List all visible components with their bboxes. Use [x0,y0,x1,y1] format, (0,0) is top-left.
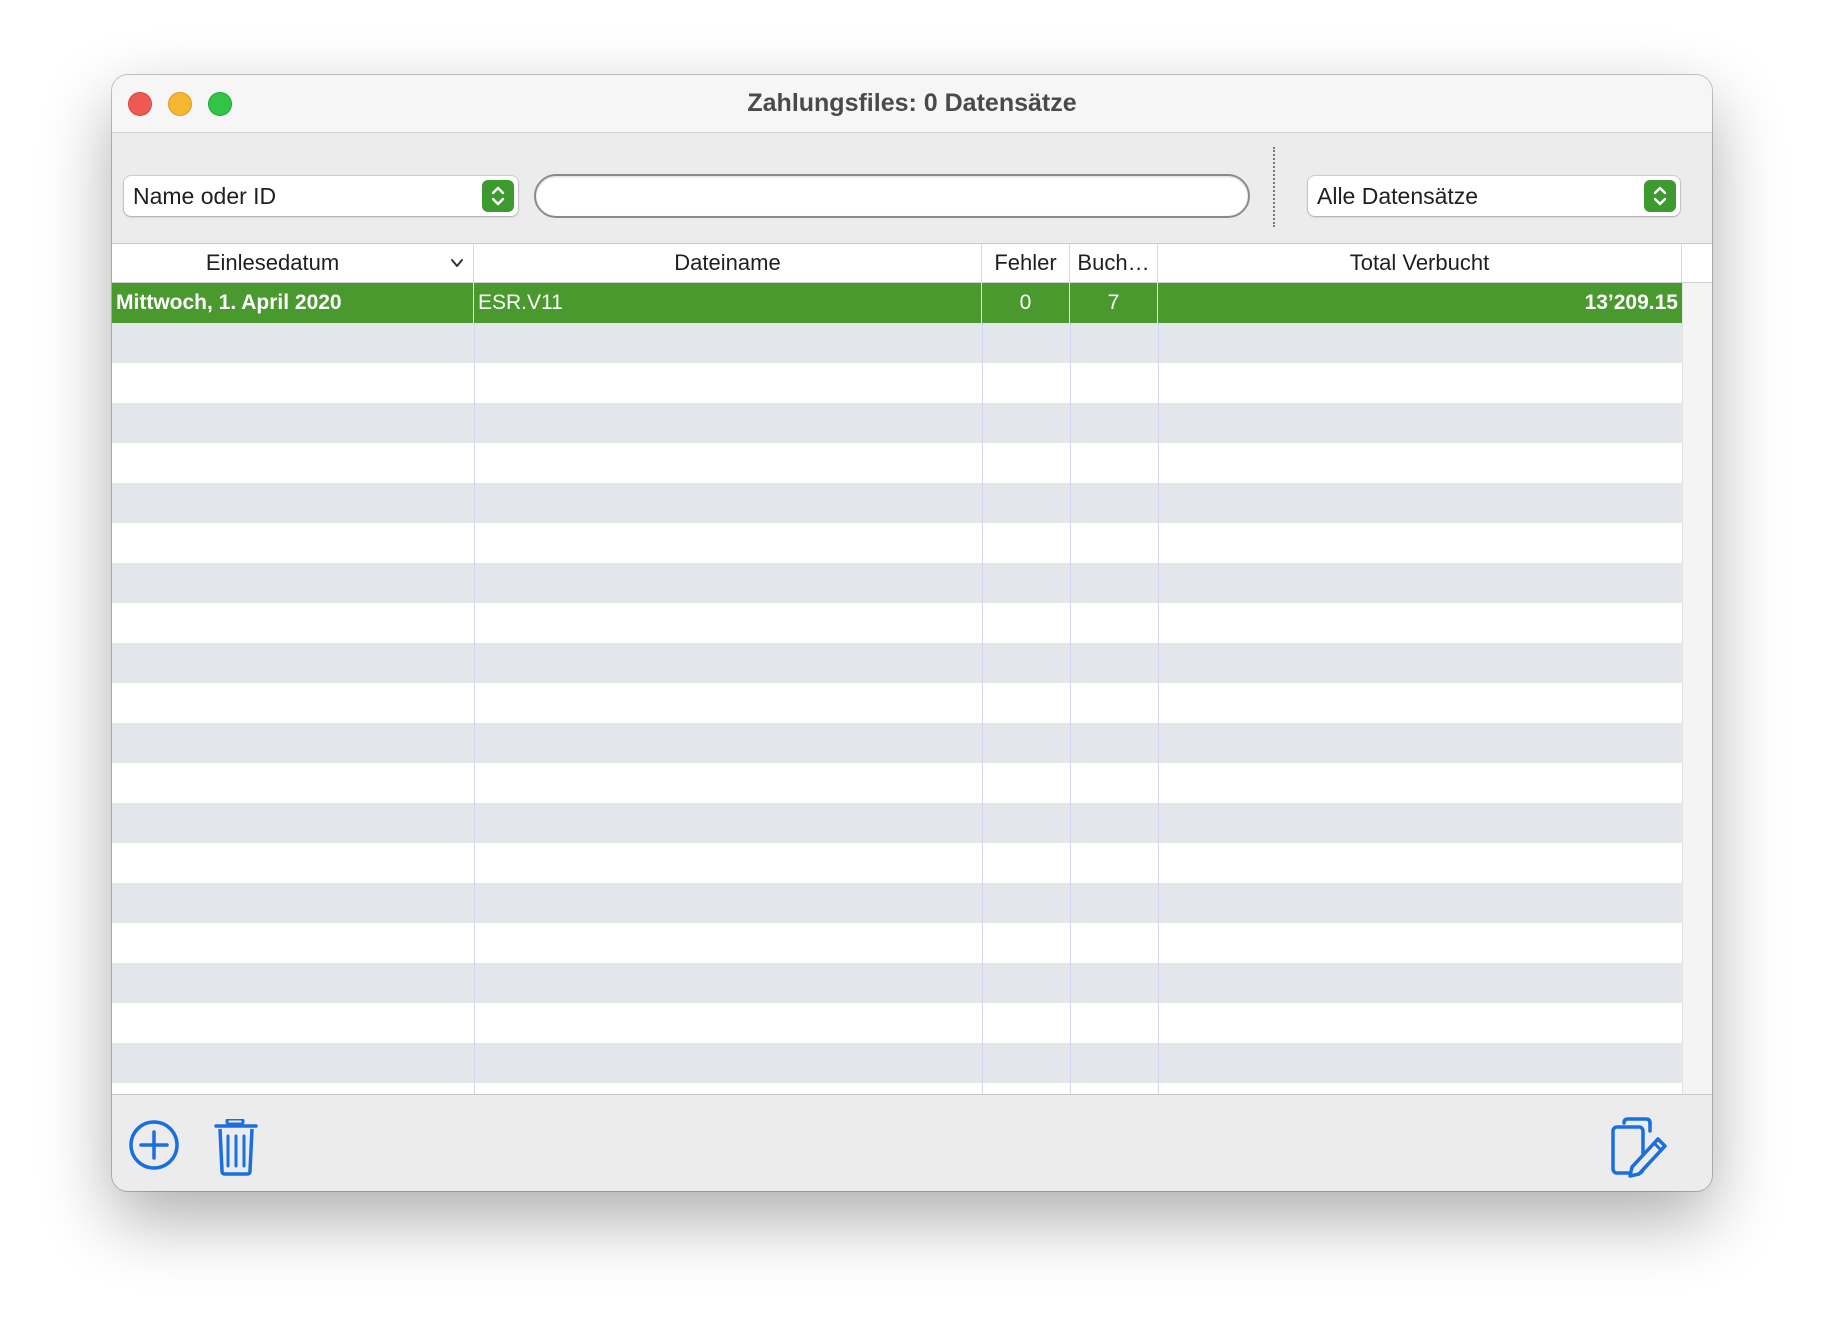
chevron-down-icon [451,259,463,267]
column-header-fehler[interactable]: Fehler [982,244,1070,282]
filter-selector[interactable]: Alle Datensätze [1308,176,1680,216]
search-input[interactable] [534,174,1250,218]
table-header: Einlesedatum Dateiname Fehler Buch… Tota… [112,244,1712,283]
add-button[interactable] [128,1119,188,1179]
column-divider [474,283,475,1176]
up-down-arrows-icon [1644,180,1676,212]
app-window: Zahlungsfiles: 0 Datensätze Suchfeld Nam… [112,75,1712,1191]
table-body [112,283,1682,1176]
window-title: Zahlungsfiles: 0 Datensätze [747,89,1077,117]
column-divider [1158,283,1159,1176]
vertical-scrollbar[interactable] [1682,283,1712,1176]
edit-button[interactable] [1610,1117,1670,1178]
column-divider [982,283,983,1176]
column-divider [1070,283,1071,1176]
column-header-dateiname[interactable]: Dateiname [474,244,982,282]
table-row[interactable]: Mittwoch, 1. April 2020 ESR.V11 0 7 13’2… [112,283,1682,323]
up-down-arrows-icon [482,180,514,212]
plus-circle-icon [129,1120,179,1170]
search-field-selector[interactable]: Name oder ID [124,176,518,216]
title-bar: Zahlungsfiles: 0 Datensätze [112,75,1712,133]
column-header-einlesedatum[interactable]: Einlesedatum [112,244,474,282]
cell-einlesedatum: Mittwoch, 1. April 2020 [112,283,474,323]
column-header-buch[interactable]: Buch… [1070,244,1158,282]
column-header-label: Einlesedatum [205,250,340,275]
column-header-label: Dateiname [674,250,781,275]
filter-selector-value: Alle Datensätze [1317,183,1479,209]
toolbar-separator [1273,147,1275,227]
cell-dateiname: ESR.V11 [474,283,982,323]
cell-total-verbucht: 13’209.15 [1584,291,1678,314]
search-field-selector-value: Name oder ID [133,183,277,209]
column-header-label: Fehler [994,250,1057,275]
column-header-label: Total Verbucht [1349,250,1490,275]
trash-icon [214,1117,258,1176]
cell-fehler: 0 [982,283,1070,323]
delete-button[interactable] [214,1117,274,1179]
column-header-label: Buch… [1077,250,1150,275]
documents-pencil-icon [1611,1117,1667,1178]
footer-bar [112,1094,1712,1191]
cell-buch: 7 [1070,283,1158,323]
column-header-total-verbucht[interactable]: Total Verbucht [1158,244,1682,282]
payment-files-table: Einlesedatum Dateiname Fehler Buch… Tota… [112,243,1712,1176]
